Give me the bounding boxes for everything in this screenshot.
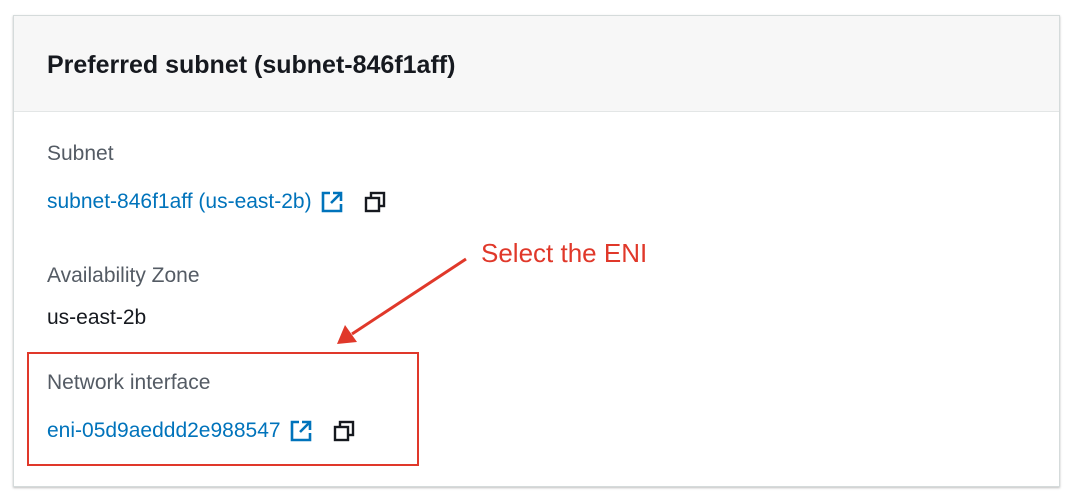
panel-title: Preferred subnet (subnet-846f1aff) (47, 51, 456, 79)
external-link-icon[interactable] (320, 190, 344, 214)
subnet-label: Subnet (47, 142, 114, 165)
copy-icon[interactable] (364, 191, 386, 213)
annotation-text: Select the ENI (481, 238, 648, 268)
availability-zone-label: Availability Zone (47, 264, 200, 287)
subnet-link[interactable]: subnet-846f1aff (us-east-2b) (47, 190, 312, 214)
network-interface-link[interactable]: eni-05d9aeddd2e988547 (47, 419, 281, 443)
availability-zone-value: us-east-2b (47, 306, 147, 329)
copy-icon[interactable] (333, 420, 355, 442)
network-interface-label: Network interface (47, 371, 211, 394)
external-link-icon[interactable] (289, 419, 313, 443)
subnet-value-row: subnet-846f1aff (us-east-2b) (47, 190, 386, 214)
network-interface-value-row: eni-05d9aeddd2e988547 (47, 419, 355, 443)
panel-header: Preferred subnet (subnet-846f1aff) (14, 16, 1059, 112)
